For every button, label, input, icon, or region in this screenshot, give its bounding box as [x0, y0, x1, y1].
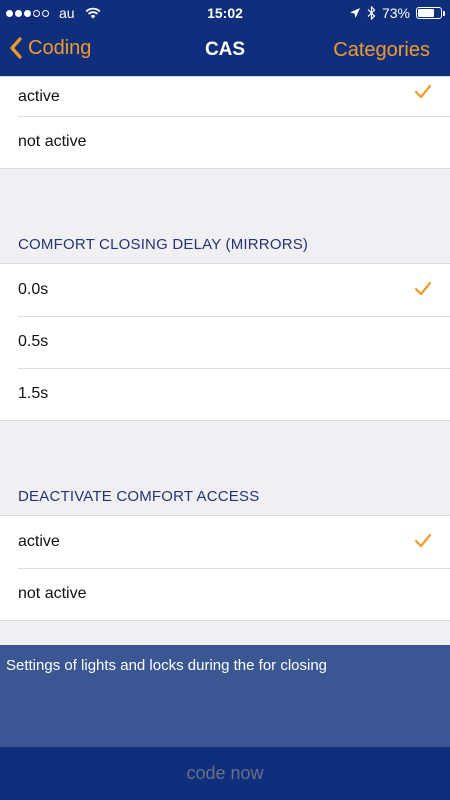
option-row-0-5s[interactable]: 0.5s — [0, 316, 450, 368]
option-row-active[interactable]: active — [0, 77, 450, 116]
back-button[interactable]: Coding — [8, 36, 91, 60]
screen: au 15:02 73% Coding CAS Categories activ… — [0, 0, 450, 800]
wifi-icon — [85, 7, 101, 19]
battery-fill — [418, 9, 435, 17]
option-row-0-0s[interactable]: 0.0s — [0, 264, 450, 316]
section-header-label: COMFORT CLOSING DELAY (MIRRORS) — [18, 236, 309, 253]
section-header: COMFORT CLOSING DELAY (MIRRORS) — [0, 169, 450, 263]
option-row-not-active[interactable]: not active — [0, 116, 450, 168]
location-arrow-icon — [349, 8, 360, 18]
section-header-label: DEACTIVATE COMFORT ACCESS — [18, 488, 260, 505]
option-label: not active — [18, 133, 87, 150]
option-row-active[interactable]: active — [0, 516, 450, 568]
info-description: Settings of lights and locks during the … — [0, 645, 450, 747]
code-now-button[interactable]: code now — [0, 747, 450, 800]
back-button-label: Coding — [28, 36, 92, 59]
settings-list[interactable]: active not active COMFORT CLOSING DELAY … — [0, 76, 450, 645]
signal-dot — [24, 9, 31, 17]
chevron-left-icon — [10, 37, 22, 59]
signal-dot — [15, 9, 22, 17]
option-label: 1.5s — [18, 385, 49, 402]
battery-percentage: 73% — [381, 5, 410, 21]
option-row-not-active[interactable]: not active — [0, 568, 450, 620]
option-group: active not active — [0, 76, 450, 169]
checkmark-icon — [414, 533, 432, 548]
section-header: DEACTIVATE COMFORT ACCESS — [0, 421, 450, 515]
option-label: active — [18, 533, 60, 550]
option-label: 0.0s — [18, 281, 49, 298]
signal-dot — [42, 9, 49, 17]
top-bar: au 15:02 73% Coding CAS Categories — [0, 0, 450, 76]
status-bar: au 15:02 73% — [0, 0, 450, 26]
signal-dot — [6, 9, 13, 17]
option-group: active not active — [0, 515, 450, 621]
option-label: 0.5s — [18, 333, 49, 350]
checkmark-icon — [414, 281, 432, 296]
bluetooth-icon — [367, 6, 376, 20]
battery-icon — [416, 7, 445, 19]
signal-strength-icon — [6, 9, 49, 17]
option-label: active — [18, 87, 60, 105]
navigation-bar: Coding CAS Categories — [0, 26, 450, 76]
option-group: 0.0s 0.5s 1.5s — [0, 263, 450, 421]
checkmark-icon — [414, 84, 432, 99]
status-left: au — [6, 5, 101, 21]
signal-dot — [33, 9, 40, 17]
option-label: not active — [18, 585, 87, 602]
option-row-1-5s[interactable]: 1.5s — [0, 368, 450, 420]
carrier-name: au — [59, 5, 75, 21]
categories-button[interactable]: Categories — [333, 39, 430, 62]
status-right: 73% — [349, 5, 445, 21]
